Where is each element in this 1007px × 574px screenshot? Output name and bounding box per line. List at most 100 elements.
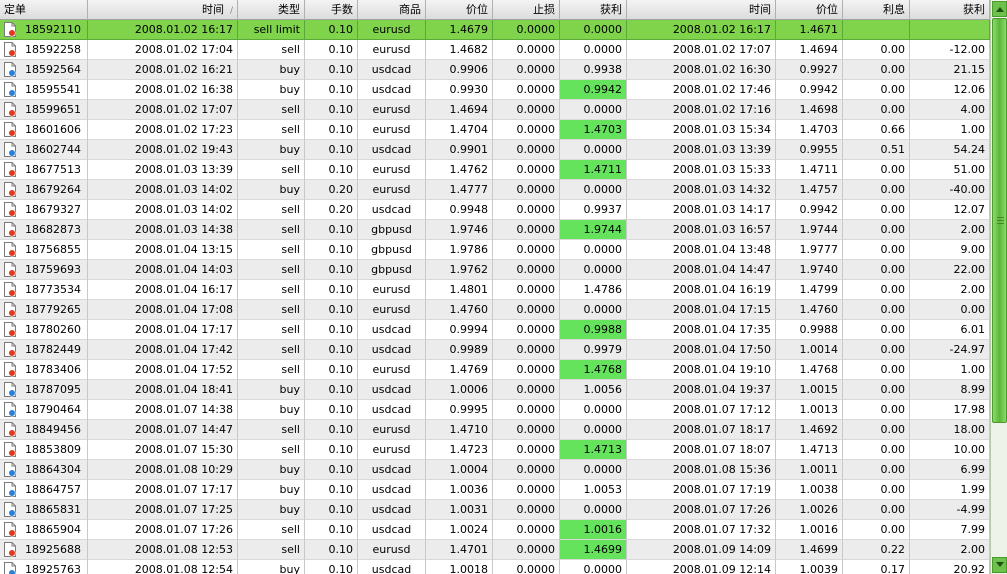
stop-loss-cell: 0.0000 [493, 120, 560, 140]
table-row[interactable]: 18864304 2008.01.08 10:29 buy 0.10 usdcad 1.0… [0, 460, 990, 480]
column-header-lots[interactable]: 手数 [305, 0, 358, 20]
stop-loss-cell: 0.0000 [493, 360, 560, 380]
table-row[interactable]: 18925688 2008.01.08 12:53 sell 0.10 eurusd 1.… [0, 540, 990, 560]
close-price-cell: 1.4671 [776, 20, 843, 40]
column-header-profit[interactable]: 获利 [910, 0, 990, 20]
type-cell: buy [238, 80, 305, 100]
table-row[interactable]: 18592110 2008.01.02 16:17 sell limit 0.10 eu… [0, 20, 990, 40]
table-row[interactable]: 18783406 2008.01.04 17:52 sell 0.10 eurusd 1.… [0, 360, 990, 380]
account-history-table: 定单 时间 / 类型 手数 商品 价位 止损 获利 时间 价位 利息 获利 185… [0, 0, 990, 574]
ticket-cell: 18679327 [0, 200, 88, 220]
open-price-cell: 1.4762 [426, 160, 493, 180]
table-row[interactable]: 18779265 2008.01.04 17:08 sell 0.10 eurusd 1.… [0, 300, 990, 320]
close-time-cell: 2008.01.07 17:19 [627, 480, 776, 500]
open-price-cell: 1.4682 [426, 40, 493, 60]
table-row[interactable]: 18864757 2008.01.07 17:17 buy 0.10 usdcad 1.0… [0, 480, 990, 500]
table-row[interactable]: 18592564 2008.01.02 16:21 buy 0.10 usdcad 0.9… [0, 60, 990, 80]
column-header-stop-loss[interactable]: 止损 [493, 0, 560, 20]
table-row[interactable]: 18759693 2008.01.04 14:03 sell 0.10 gbpusd 1.… [0, 260, 990, 280]
stop-loss-cell: 0.0000 [493, 460, 560, 480]
symbol-cell: usdcad [358, 400, 426, 420]
column-header-take-profit[interactable]: 获利 [560, 0, 627, 20]
ticket-number: 18595541 [25, 83, 81, 96]
ticket-cell: 18595541 [0, 80, 88, 100]
symbol-cell: eurusd [358, 540, 426, 560]
column-header-close-time[interactable]: 时间 [627, 0, 776, 20]
table-row[interactable]: 18602744 2008.01.02 19:43 buy 0.10 usdcad 0.9… [0, 140, 990, 160]
ticket-number: 18787095 [25, 383, 81, 396]
swap-cell: 0.00 [843, 480, 910, 500]
profit-cell: -40.00 [910, 180, 990, 200]
close-time-cell: 2008.01.04 14:47 [627, 260, 776, 280]
column-header-open-price[interactable]: 价位 [426, 0, 493, 20]
stop-loss-cell: 0.0000 [493, 380, 560, 400]
ticket-cell: 18925688 [0, 540, 88, 560]
close-price-cell: 1.0013 [776, 400, 843, 420]
table-row[interactable]: 18865831 2008.01.07 17:25 buy 0.10 usdcad 1.0… [0, 500, 990, 520]
profit-cell: 6.99 [910, 460, 990, 480]
symbol-cell: gbpusd [358, 240, 426, 260]
swap-cell: 0.66 [843, 120, 910, 140]
table-row[interactable]: 18679264 2008.01.03 14:02 buy 0.20 eurusd 1.4… [0, 180, 990, 200]
table-row[interactable]: 18787095 2008.01.04 18:41 buy 0.10 usdcad 1.0… [0, 380, 990, 400]
sell-icon [4, 202, 16, 217]
table-row[interactable]: 18592258 2008.01.02 17:04 sell 0.10 eurusd 1.… [0, 40, 990, 60]
lots-cell: 0.10 [305, 20, 358, 40]
scroll-down-button[interactable] [992, 557, 1007, 573]
column-header-close-price[interactable]: 价位 [776, 0, 843, 20]
stop-loss-cell: 0.0000 [493, 320, 560, 340]
take-profit-cell: 1.9744 [560, 220, 627, 240]
table-row[interactable]: 18595541 2008.01.02 16:38 buy 0.10 usdcad 0.9… [0, 80, 990, 100]
table-row[interactable]: 18865904 2008.01.07 17:26 sell 0.10 usdcad 1.… [0, 520, 990, 540]
type-cell: sell limit [238, 20, 305, 40]
open-time-cell: 2008.01.04 17:17 [88, 320, 238, 340]
column-header-type[interactable]: 类型 [238, 0, 305, 20]
table-row[interactable]: 18756855 2008.01.04 13:15 sell 0.10 gbpusd 1.… [0, 240, 990, 260]
symbol-cell: eurusd [358, 280, 426, 300]
table-row[interactable]: 18679327 2008.01.03 14:02 sell 0.20 usdcad 0.… [0, 200, 990, 220]
lots-cell: 0.10 [305, 280, 358, 300]
table-row[interactable]: 18790464 2008.01.07 14:38 buy 0.10 usdcad 0.9… [0, 400, 990, 420]
sell-icon [4, 262, 16, 277]
close-price-cell: 1.4757 [776, 180, 843, 200]
ticket-cell: 18782449 [0, 340, 88, 360]
table-row[interactable]: 18773534 2008.01.04 16:17 sell 0.10 eurusd 1.… [0, 280, 990, 300]
take-profit-cell: 1.4703 [560, 120, 627, 140]
buy-icon [4, 502, 16, 517]
column-header-ticket[interactable]: 定单 [0, 0, 88, 20]
sell-icon [4, 222, 16, 237]
column-header-swap[interactable]: 利息 [843, 0, 910, 20]
table-row[interactable]: 18925763 2008.01.08 12:54 buy 0.10 usdcad 1.0… [0, 560, 990, 574]
close-price-cell: 1.0015 [776, 380, 843, 400]
profit-cell: 12.07 [910, 200, 990, 220]
ticket-cell: 18602744 [0, 140, 88, 160]
close-price-cell: 1.0038 [776, 480, 843, 500]
take-profit-cell: 0.0000 [560, 140, 627, 160]
ticket-number: 18864757 [25, 483, 81, 496]
table-row[interactable]: 18853809 2008.01.07 15:30 sell 0.10 eurusd 1.… [0, 440, 990, 460]
open-price-cell: 1.0024 [426, 520, 493, 540]
ticket-cell: 18865904 [0, 520, 88, 540]
open-price-cell: 1.4694 [426, 100, 493, 120]
symbol-cell: eurusd [358, 100, 426, 120]
type-cell: sell [238, 120, 305, 140]
table-row[interactable]: 18682873 2008.01.03 14:38 sell 0.10 gbpusd 1.… [0, 220, 990, 240]
vertical-scrollbar[interactable] [990, 0, 1007, 574]
table-row[interactable]: 18782449 2008.01.04 17:42 sell 0.10 usdcad 0.… [0, 340, 990, 360]
ticket-cell: 18592564 [0, 60, 88, 80]
table-row[interactable]: 18677513 2008.01.03 13:39 sell 0.10 eurusd 1.… [0, 160, 990, 180]
scrollbar-thumb[interactable] [992, 18, 1007, 423]
table-row[interactable]: 18601606 2008.01.02 17:23 sell 0.10 eurusd 1.… [0, 120, 990, 140]
open-price-cell: 1.9746 [426, 220, 493, 240]
column-header-open-time[interactable]: 时间 / [88, 0, 238, 20]
stop-loss-cell: 0.0000 [493, 40, 560, 60]
table-row[interactable]: 18780260 2008.01.04 17:17 sell 0.10 usdcad 0.… [0, 320, 990, 340]
scroll-up-button[interactable] [992, 1, 1007, 17]
take-profit-cell: 0.9942 [560, 80, 627, 100]
stop-loss-cell: 0.0000 [493, 400, 560, 420]
type-cell: sell [238, 260, 305, 280]
ticket-cell: 18682873 [0, 220, 88, 240]
column-header-symbol[interactable]: 商品 [358, 0, 426, 20]
table-row[interactable]: 18849456 2008.01.07 14:47 sell 0.10 eurusd 1.… [0, 420, 990, 440]
table-row[interactable]: 18599651 2008.01.02 17:07 sell 0.10 eurusd 1.… [0, 100, 990, 120]
